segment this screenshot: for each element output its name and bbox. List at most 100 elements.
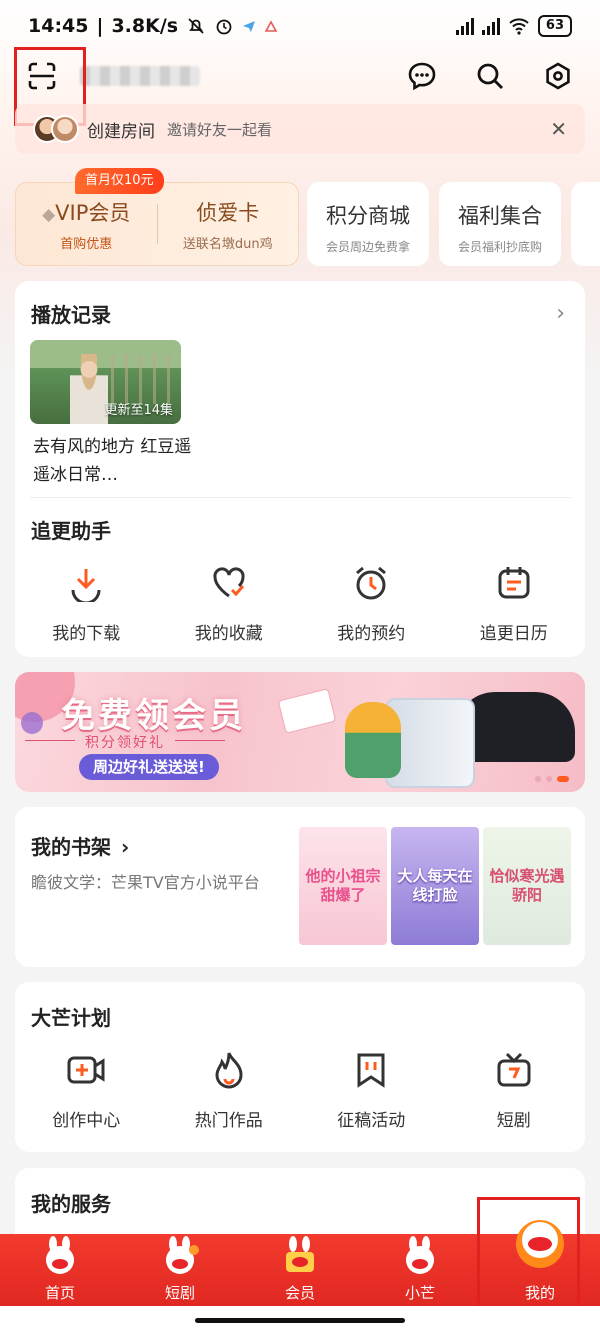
search-button[interactable] (470, 56, 510, 96)
play-history-section: 播放记录 › 更新至14集 去有风的地方 红豆遥遥冰日常… 追更助手 我的下载 … (15, 281, 585, 657)
tab-short-drama-label: 短剧 (164, 1284, 195, 1302)
bookshelf-title: 我的书架 (31, 835, 111, 859)
free-membership-banner[interactable]: 免费领会员 积分领好礼 周边好礼送送送! (15, 672, 585, 792)
short-drama-button[interactable]: 短剧 (443, 1050, 586, 1131)
chevron-right-icon: › (556, 301, 565, 326)
banner-subtitle: 积分领好礼 (25, 732, 225, 752)
vip-member-entry[interactable]: ◆VIP会员 首购优惠 (16, 197, 157, 252)
helper-grid: 我的下载 我的收藏 我的预约 追更日历 (15, 563, 585, 644)
membership-cards-row: 首月仅10元 ◆VIP会员 首购优惠 侦爱卡 送联名墩dun鸡 积分商城 会员周… (15, 168, 600, 266)
rabbit-mascot-icon (286, 1236, 314, 1272)
divider (30, 497, 571, 498)
bookshelf-desc: 瞻彼文学：芒果TV官方小说平台 (31, 873, 260, 892)
highlight-mine-tab-box (477, 1197, 580, 1321)
mascot-image (345, 702, 401, 778)
love-card-title: 侦爱卡 (196, 200, 260, 225)
alarm-icon (216, 19, 232, 35)
wifi-icon (509, 18, 529, 35)
create-room-subtitle: 邀请好友一起看 (167, 120, 273, 139)
episode-badge: 更新至14集 (104, 403, 173, 418)
tab-xiaomang-label: 小芒 (404, 1284, 435, 1302)
creator-center-button[interactable]: 创作中心 (15, 1050, 158, 1131)
gift-card-image (277, 688, 337, 734)
create-room-bar[interactable]: 创建房间 邀请好友一起看 ✕ (15, 104, 585, 154)
hot-works-button[interactable]: 热门作品 (158, 1050, 301, 1131)
rabbit-mascot-icon (46, 1236, 74, 1274)
download-icon (71, 569, 101, 602)
hot-works-label: 热门作品 (194, 1111, 263, 1131)
chevron-right-icon: › (121, 835, 130, 859)
battery-indicator: 63 (537, 15, 572, 37)
book-cover[interactable]: 恰似寒光遇骄阳 (483, 827, 571, 945)
avatar (51, 115, 79, 143)
create-room-title: 创建房间 (87, 121, 155, 142)
welfare-title: 福利集合 (458, 204, 542, 228)
mango-plan-section: 大芒计划 创作中心 热门作品 征稿活动 短剧 (15, 982, 585, 1152)
services-title: 我的服务 (31, 1192, 111, 1216)
points-mall-subtitle: 会员周边免费拿 (325, 240, 410, 254)
love-card-subtitle: 送联名墩dun鸡 (182, 236, 273, 252)
username-blurred[interactable] (80, 66, 200, 86)
submission-activity-button[interactable]: 征稿活动 (300, 1050, 443, 1131)
my-favorites-button[interactable]: 我的收藏 (158, 563, 301, 644)
tab-short-drama[interactable]: 短剧 (120, 1234, 240, 1306)
play-history-item-name[interactable]: 去有风的地方 红豆遥遥冰日常… (33, 433, 193, 489)
settings-button[interactable] (538, 56, 578, 96)
chat-bubble-icon (408, 62, 436, 91)
heart-check-icon (213, 567, 245, 598)
creator-center-label: 创作中心 (52, 1111, 121, 1131)
book-cover[interactable]: 他的小祖宗甜爆了 (299, 827, 387, 945)
my-downloads-button[interactable]: 我的下载 (15, 563, 158, 644)
more-card[interactable]: 芒 (571, 182, 600, 266)
tab-xiaomang[interactable]: 小芒 (360, 1234, 480, 1306)
vip-promo-tag: 首月仅10元 (75, 168, 164, 194)
more-card-title: 芒 (571, 200, 600, 230)
helper-title: 追更助手 (31, 519, 111, 543)
home-indicator[interactable] (195, 1318, 405, 1323)
top-header (0, 52, 600, 100)
app-notification-icon (264, 20, 278, 32)
tab-member-label: 会员 (284, 1284, 315, 1302)
love-card-entry[interactable]: 侦爱卡 送联名墩dun鸡 (158, 197, 299, 252)
plan-title: 大芒计划 (31, 1006, 111, 1030)
signal-icon (455, 17, 474, 35)
play-history-title: 播放记录 (31, 303, 111, 327)
message-button[interactable] (402, 56, 442, 96)
tab-member[interactable]: 会员 (240, 1234, 360, 1306)
update-calendar-button[interactable]: 追更日历 (443, 563, 586, 644)
banner-title: 免费领会员 (61, 696, 246, 736)
flame-icon (215, 1052, 243, 1089)
signal-icon-2 (481, 17, 500, 35)
close-icon[interactable]: ✕ (550, 117, 567, 141)
my-downloads-label: 我的下载 (52, 624, 121, 644)
hexagon-gear-icon (546, 62, 570, 90)
rabbit-mascot-icon (166, 1236, 199, 1274)
update-calendar-label: 追更日历 (479, 624, 548, 644)
bell-muted-icon (188, 18, 204, 34)
diamond-icon: ◆ (42, 204, 56, 225)
welfare-subtitle: 会员福利抄底购 (457, 240, 542, 254)
plan-grid: 创作中心 热门作品 征稿活动 短剧 (15, 1050, 585, 1131)
status-speed: 3.8K/s (111, 15, 179, 37)
play-history-thumbnail[interactable]: 更新至14集 (30, 340, 181, 424)
banner-button[interactable]: 周边好礼送送送! (79, 754, 219, 780)
rabbit-mascot-icon (406, 1236, 434, 1274)
status-time: 14:45 (28, 15, 89, 37)
bookshelf-header[interactable]: 我的书架 › (31, 831, 129, 860)
bookmark-icon (357, 1053, 385, 1088)
submission-activity-label: 征稿活动 (337, 1111, 406, 1131)
tab-home-label: 首页 (44, 1284, 75, 1302)
book-cover[interactable]: 大人每天在线打脸 (391, 827, 479, 945)
my-reservations-label: 我的预约 (337, 624, 406, 644)
short-drama-label: 短剧 (496, 1111, 531, 1131)
play-history-header[interactable]: 播放记录 › (31, 299, 565, 328)
video-plus-icon (67, 1056, 105, 1084)
friend-avatars (33, 115, 79, 143)
points-mall-title: 积分商城 (326, 204, 410, 228)
welfare-card[interactable]: 福利集合 会员福利抄底购 (439, 182, 561, 266)
send-icon (243, 21, 256, 32)
my-reservations-button[interactable]: 我的预约 (300, 563, 443, 644)
tab-home[interactable]: 首页 (0, 1234, 120, 1306)
points-mall-card[interactable]: 积分商城 会员周边免费拿 (307, 182, 429, 266)
banner-pagination (535, 776, 569, 782)
